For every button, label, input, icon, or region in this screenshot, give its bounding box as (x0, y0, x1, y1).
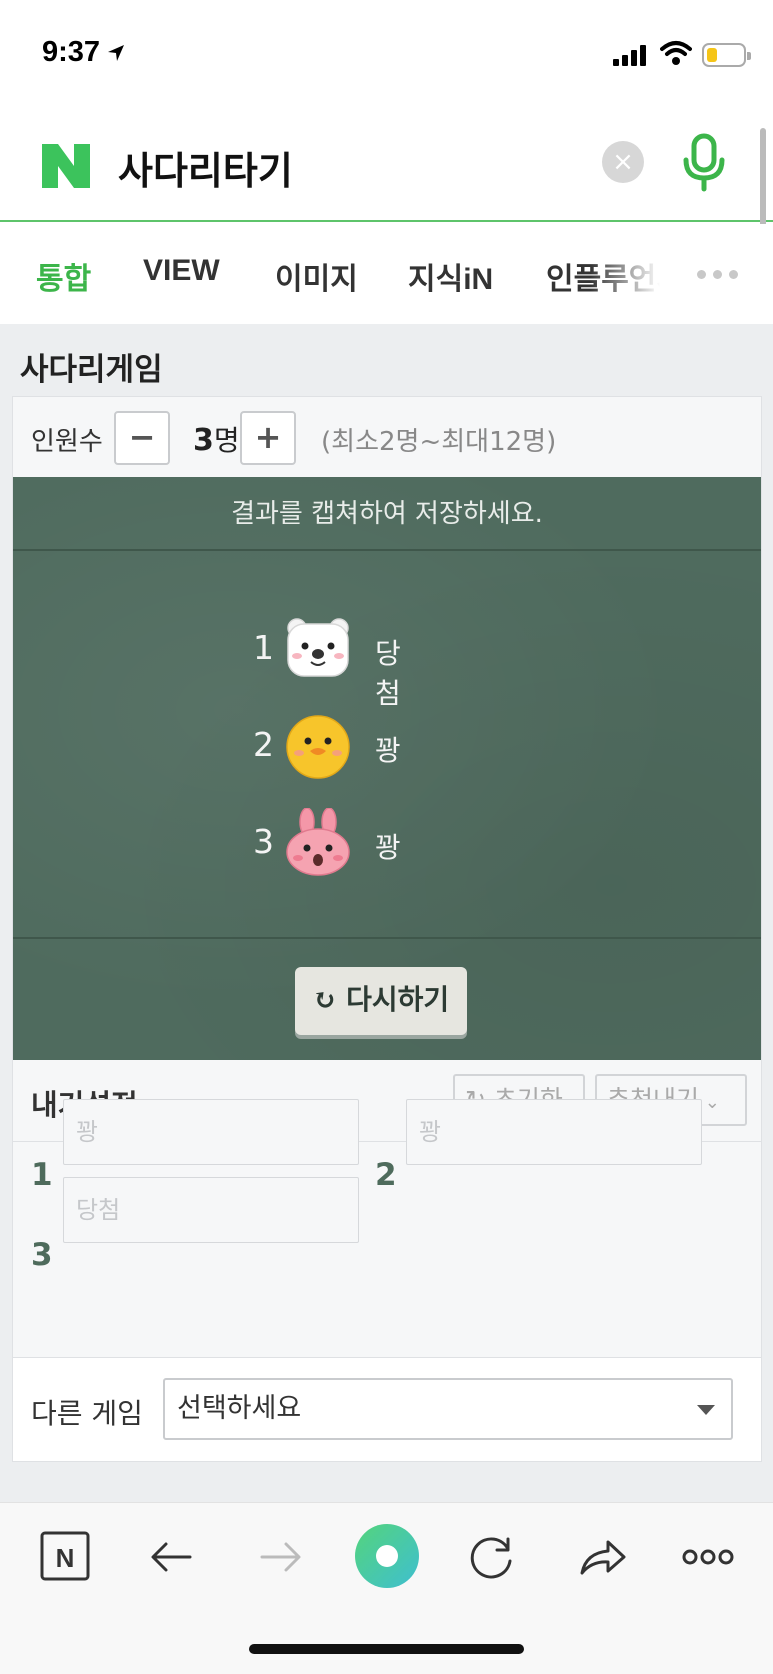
naver-home-icon[interactable]: N (36, 1527, 96, 1587)
chick-icon (286, 715, 350, 779)
bet-slot-input[interactable]: 꽝 (406, 1099, 702, 1165)
share-icon[interactable] (572, 1527, 632, 1587)
tab-integrated[interactable]: 통합 (36, 254, 91, 298)
other-game-row: 다른 게임 선택하세요 (13, 1357, 761, 1461)
clear-search-button[interactable]: × (602, 141, 644, 183)
bet-slot-number: 2 (375, 1157, 397, 1193)
result-number: 2 (253, 725, 274, 764)
board-notice: 결과를 캡쳐하여 저장하세요. (13, 477, 761, 551)
people-range-hint: (최소2명~최대12명) (321, 427, 557, 457)
people-count: 3명 (193, 423, 240, 458)
bet-slot-input[interactable]: 꽝 (63, 1099, 359, 1165)
clock-text: 9:37 (42, 36, 101, 68)
dropdown-caret-icon (697, 1405, 715, 1415)
result-number: 3 (253, 822, 274, 861)
ladder-board: 결과를 캡쳐하여 저장하세요. 1 당첨 2 꽝 3 꽝 ↻ 다시하기 (13, 477, 761, 1060)
microphone-icon[interactable] (680, 132, 728, 194)
result-text: 당첨 (375, 637, 401, 710)
retry-label: 다시하기 (346, 983, 450, 1016)
cellular-signal-icon (613, 44, 646, 66)
refresh-icon: ↻ (312, 983, 347, 1016)
bet-slot-number: 3 (31, 1237, 53, 1273)
status-bar: 9:37 (0, 0, 773, 110)
clock: 9:37 (42, 36, 126, 69)
refresh-icon[interactable] (462, 1527, 522, 1587)
result-number: 1 (253, 628, 274, 667)
more-menu-icon[interactable] (678, 1527, 738, 1587)
chevron-down-icon: ⌄ (699, 1092, 720, 1113)
bet-slot-number: 1 (31, 1157, 53, 1193)
tab-kin[interactable]: 지식iN (408, 254, 493, 298)
svg-text:N: N (56, 1543, 75, 1573)
tab-view[interactable]: VIEW (143, 254, 220, 288)
rabbit-icon (286, 808, 350, 876)
battery-icon (702, 43, 751, 67)
search-query[interactable]: 사다리타기 (118, 140, 293, 195)
more-tabs-icon[interactable] (697, 270, 738, 279)
wifi-icon (660, 41, 692, 65)
result-text: 꽝 (375, 734, 401, 767)
other-game-label: 다른 게임 (31, 1397, 143, 1430)
decrease-people-button[interactable]: − (114, 411, 170, 465)
ladder-game-card: 인원수 − 3명 + (최소2명~최대12명) 결과를 캡쳐하여 저장하세요. … (12, 396, 762, 1462)
search-tabs: 통합 VIEW 이미지 지식iN 인플루언서 (0, 224, 773, 324)
forward-arrow-icon[interactable] (250, 1527, 310, 1587)
retry-button[interactable]: ↻ 다시하기 (295, 967, 467, 1035)
people-label: 인원수 (31, 427, 103, 457)
game-title: 사다리게임 (20, 352, 163, 388)
increase-people-button[interactable]: + (240, 411, 296, 465)
other-game-select[interactable]: 선택하세요 (163, 1378, 733, 1440)
bet-slot-input[interactable]: 당첨 (63, 1177, 359, 1243)
search-header: 사다리타기 × (0, 110, 773, 222)
home-indicator[interactable] (249, 1644, 524, 1654)
polar-bear-icon (287, 618, 349, 677)
people-count-row: 인원수 − 3명 + (최소2명~최대12명) (13, 397, 761, 477)
back-arrow-icon[interactable] (142, 1527, 202, 1587)
green-dot-icon[interactable] (352, 1521, 422, 1591)
naver-logo-icon[interactable] (40, 142, 92, 190)
result-text: 꽝 (375, 831, 401, 864)
tab-image[interactable]: 이미지 (275, 254, 358, 298)
close-icon: × (612, 147, 634, 177)
location-arrow-icon (108, 44, 125, 61)
